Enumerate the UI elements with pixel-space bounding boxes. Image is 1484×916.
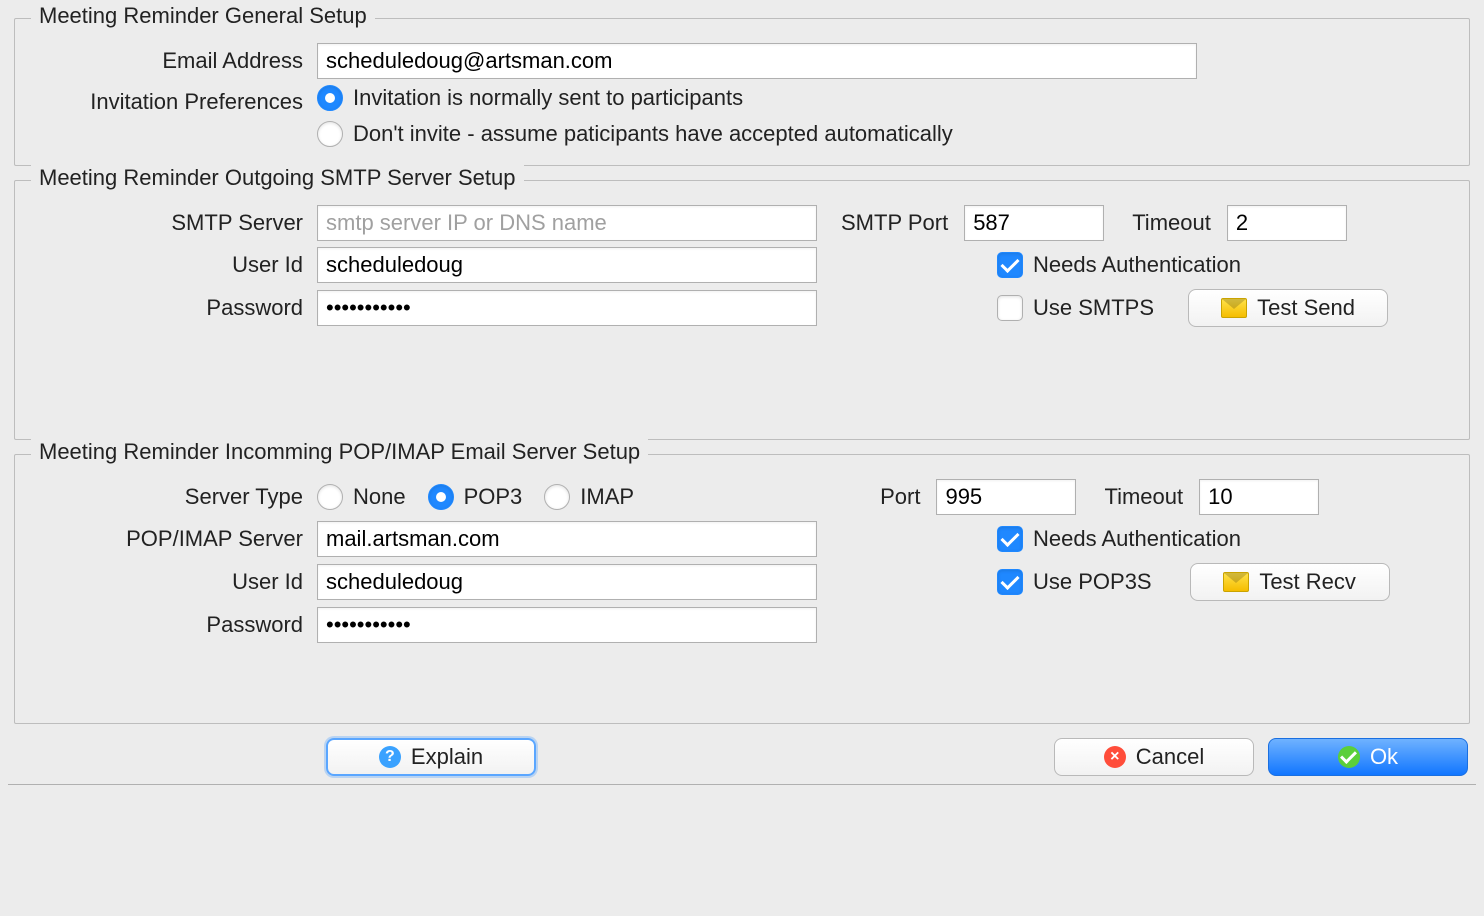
test-recv-label: Test Recv: [1259, 569, 1356, 595]
ok-button[interactable]: Ok: [1268, 738, 1468, 776]
cancel-icon: ×: [1104, 746, 1126, 768]
incoming-password-input[interactable]: [317, 607, 817, 643]
incoming-port-input[interactable]: [936, 479, 1076, 515]
smtps-checkbox[interactable]: Use SMTPS: [997, 295, 1154, 321]
smtp-timeout-input[interactable]: [1227, 205, 1347, 241]
incoming-auth-checkbox[interactable]: Needs Authentication: [997, 526, 1241, 552]
smtp-user-input[interactable]: [317, 247, 817, 283]
incoming-server-input[interactable]: [317, 521, 817, 557]
invite-send-label: Invitation is normally sent to participa…: [353, 85, 743, 111]
invitation-preferences-label: Invitation Preferences: [27, 85, 317, 115]
smtp-port-label: SMTP Port: [841, 210, 948, 236]
incoming-timeout-label: Timeout: [1104, 484, 1183, 510]
email-input[interactable]: [317, 43, 1197, 79]
checkbox-icon: [997, 569, 1023, 595]
radio-icon: [544, 484, 570, 510]
server-type-radiogroup: None POP3 IMAP: [317, 484, 634, 510]
cancel-button[interactable]: × Cancel: [1054, 738, 1254, 776]
incoming-password-label: Password: [27, 612, 317, 638]
explain-label: Explain: [411, 744, 483, 770]
smtp-server-label: SMTP Server: [27, 210, 317, 236]
server-type-none-radio[interactable]: None: [317, 484, 406, 510]
radio-icon: [317, 85, 343, 111]
email-label: Email Address: [27, 48, 317, 74]
incoming-setup-group: Meeting Reminder Incomming POP/IMAP Emai…: [14, 454, 1470, 724]
server-type-imap-radio[interactable]: IMAP: [544, 484, 634, 510]
incoming-port-label: Port: [880, 484, 920, 510]
invite-noinvite-radio[interactable]: Don't invite - assume paticipants have a…: [317, 121, 953, 147]
smtp-server-input[interactable]: [317, 205, 817, 241]
ok-icon: [1338, 746, 1360, 768]
smtp-user-label: User Id: [27, 252, 317, 278]
cancel-label: Cancel: [1136, 744, 1204, 770]
incoming-user-label: User Id: [27, 569, 317, 595]
smtps-label: Use SMTPS: [1033, 295, 1154, 321]
radio-icon: [317, 121, 343, 147]
server-type-label: Server Type: [27, 484, 317, 510]
invite-noinvite-label: Don't invite - assume paticipants have a…: [353, 121, 953, 147]
invite-send-radio[interactable]: Invitation is normally sent to participa…: [317, 85, 953, 111]
server-type-imap-label: IMAP: [580, 484, 634, 510]
checkbox-icon: [997, 295, 1023, 321]
test-recv-button[interactable]: Test Recv: [1190, 563, 1390, 601]
mail-icon: [1223, 572, 1249, 592]
incoming-user-input[interactable]: [317, 564, 817, 600]
server-type-pop3-radio[interactable]: POP3: [428, 484, 523, 510]
ok-label: Ok: [1370, 744, 1398, 770]
smtp-password-input[interactable]: [317, 290, 817, 326]
general-setup-group: Meeting Reminder General Setup Email Add…: [14, 18, 1470, 166]
explain-button[interactable]: ? Explain: [326, 738, 536, 776]
server-type-pop3-label: POP3: [464, 484, 523, 510]
server-type-none-label: None: [353, 484, 406, 510]
incoming-server-label: POP/IMAP Server: [27, 526, 317, 552]
smtp-password-label: Password: [27, 295, 317, 321]
smtp-auth-label: Needs Authentication: [1033, 252, 1241, 278]
test-send-label: Test Send: [1257, 295, 1355, 321]
general-setup-title: Meeting Reminder General Setup: [31, 3, 375, 29]
smtp-port-input[interactable]: [964, 205, 1104, 241]
incoming-setup-title: Meeting Reminder Incomming POP/IMAP Emai…: [31, 439, 648, 465]
smtp-setup-title: Meeting Reminder Outgoing SMTP Server Se…: [31, 165, 524, 191]
smtp-auth-checkbox[interactable]: Needs Authentication: [997, 252, 1241, 278]
test-send-button[interactable]: Test Send: [1188, 289, 1388, 327]
radio-icon: [317, 484, 343, 510]
radio-icon: [428, 484, 454, 510]
pop3s-label: Use POP3S: [1033, 569, 1152, 595]
invitation-preferences-radiogroup: Invitation is normally sent to participa…: [317, 85, 953, 147]
pop3s-checkbox[interactable]: Use POP3S: [997, 569, 1152, 595]
help-icon: ?: [379, 746, 401, 768]
incoming-auth-label: Needs Authentication: [1033, 526, 1241, 552]
footer: ? Explain × Cancel Ok: [16, 738, 1468, 776]
checkbox-icon: [997, 526, 1023, 552]
smtp-timeout-label: Timeout: [1132, 210, 1211, 236]
divider: [8, 784, 1476, 785]
smtp-setup-group: Meeting Reminder Outgoing SMTP Server Se…: [14, 180, 1470, 440]
mail-icon: [1221, 298, 1247, 318]
checkbox-icon: [997, 252, 1023, 278]
incoming-timeout-input[interactable]: [1199, 479, 1319, 515]
